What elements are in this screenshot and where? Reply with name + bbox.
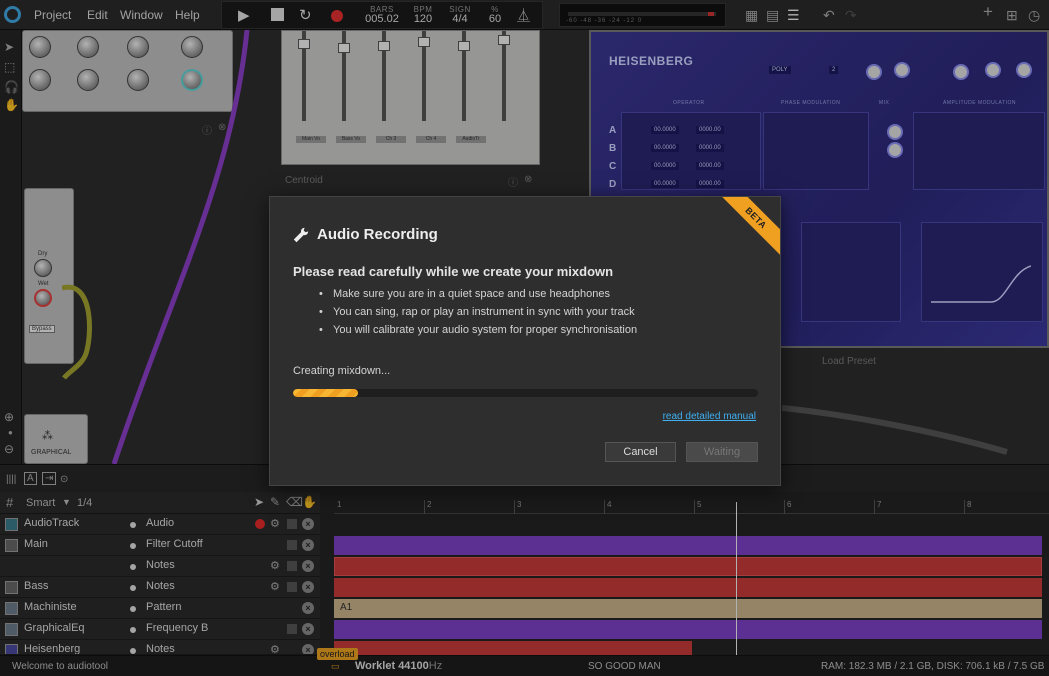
wrench-icon (293, 227, 309, 243)
cancel-button[interactable]: Cancel (605, 442, 676, 462)
mixdown-progress-bar (293, 389, 758, 397)
progress-fill (293, 389, 359, 397)
instruction-item: Make sure you are in a quiet space and u… (317, 288, 637, 306)
manual-link[interactable]: read detailed manual (663, 411, 756, 422)
waiting-button: Waiting (686, 442, 758, 462)
dialog-heading: Please read carefully while we create yo… (293, 264, 614, 279)
app-window: Project Edit Window Help ▶ ↻ BARS 005.02… (0, 0, 1049, 676)
instruction-item: You can sing, rap or play an instrument … (317, 306, 637, 324)
instruction-item: You will calibrate your audio system for… (317, 324, 637, 342)
instructions-list: Make sure you are in a quiet space and u… (317, 288, 637, 342)
dialog-title: Audio Recording (317, 226, 438, 243)
mixdown-status: Creating mixdown... (293, 365, 391, 377)
audio-recording-dialog: Audio Recording BETA Please read careful… (269, 196, 781, 486)
beta-badge: BETA (714, 197, 780, 260)
